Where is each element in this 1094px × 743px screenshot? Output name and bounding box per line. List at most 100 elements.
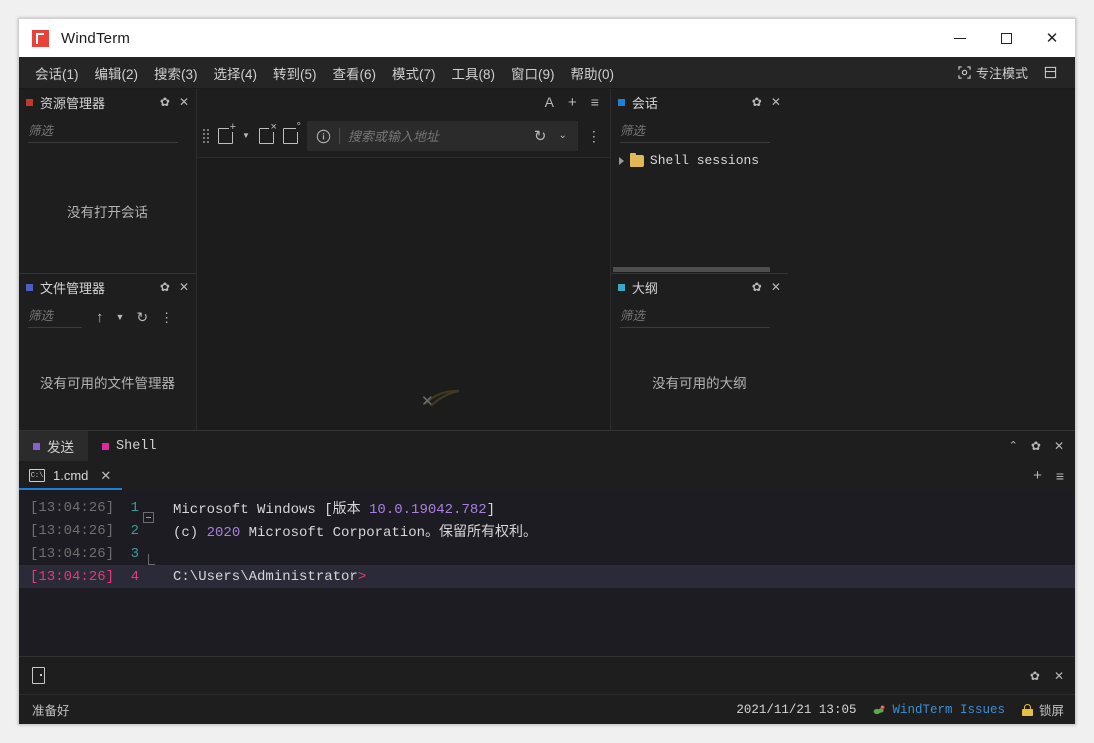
terminal-tab-1cmd[interactable]: C:\ 1.cmd ✕ [19, 461, 122, 490]
sessions-panel: 会话 ✿ ✕ Shell sessions [611, 89, 788, 273]
outline-filter-input[interactable] [620, 307, 770, 328]
terminal-tab-label: 1.cmd [53, 468, 88, 483]
close-icon[interactable]: ✕ [179, 96, 189, 108]
session-folder-label: Shell sessions [650, 153, 759, 168]
gear-icon[interactable]: ✿ [752, 96, 762, 108]
gear-icon[interactable]: ✿ [1030, 670, 1040, 682]
close-icon[interactable]: ✕ [1054, 670, 1064, 682]
lower-strip: ✿ ✕ [19, 656, 1075, 694]
menu-icon[interactable]: ≡ [591, 95, 599, 109]
gear-icon[interactable]: ✿ [752, 281, 762, 293]
line-timestamp: [13:04:26] [19, 546, 113, 562]
terminal-door-icon[interactable] [32, 667, 45, 684]
lock-screen-button[interactable]: 锁屏 [1022, 700, 1064, 719]
more-vertical-icon[interactable]: ⋮ [160, 311, 173, 324]
chevron-right-icon[interactable] [619, 157, 624, 165]
chevron-down-icon[interactable]: ⌄ [555, 131, 571, 141]
issues-link[interactable]: WindTerm Issues [873, 703, 1005, 717]
center-top-actions: A + ≡ [197, 89, 610, 115]
close-icon[interactable]: ✕ [771, 96, 781, 108]
menu-window[interactable]: 窗口(9) [503, 59, 563, 87]
line-number: 3 [113, 546, 139, 562]
sessions-tree: Shell sessions [611, 149, 788, 266]
outline-empty-text: 没有可用的大纲 [652, 372, 747, 392]
new-session-icon[interactable]: + [218, 128, 233, 144]
tab-send[interactable]: 发送 [19, 431, 88, 461]
status-datetime: 2021/11/21 13:05 [736, 703, 856, 717]
app-title: WindTerm [61, 30, 130, 47]
explorer-filter-bar [19, 115, 196, 149]
up-arrow-icon[interactable]: ↑ [96, 310, 104, 325]
close-icon[interactable]: ✕ [1054, 440, 1064, 452]
explorer-header: 资源管理器 ✿ ✕ [19, 89, 196, 115]
menu-view[interactable]: 查看(6) [325, 59, 385, 87]
menu-help[interactable]: 帮助(0) [563, 59, 623, 87]
more-vertical-icon[interactable]: ⋮ [587, 129, 601, 143]
terminal-output[interactable]: [13:04:26] 1 Microsoft Windows [版本 10.0.… [19, 490, 1075, 656]
gear-icon[interactable]: ✿ [160, 281, 170, 293]
sessions-marker [618, 99, 625, 106]
sessions-hscrollbar[interactable] [611, 266, 788, 273]
line-text: (c) 2020 Microsoft Corporation。保留所有权利。 [161, 521, 537, 541]
menu-tools[interactable]: 工具(8) [444, 59, 504, 87]
sessions-title: 会话 [632, 93, 658, 112]
address-input[interactable] [348, 129, 526, 144]
chevron-down-icon[interactable]: ▼ [242, 132, 250, 140]
window-controls: ✕ [937, 19, 1075, 57]
sessions-header: 会话 ✿ ✕ [611, 89, 788, 115]
info-icon[interactable] [316, 129, 331, 144]
close-icon[interactable]: ✕ [179, 281, 189, 293]
menu-goto[interactable]: 转到(5) [265, 59, 325, 87]
menu-icon[interactable]: ≡ [1056, 469, 1064, 483]
outline-panel: 大纲 ✿ ✕ 没有可用的大纲 [611, 274, 788, 430]
file-manager-filter-input[interactable] [28, 307, 82, 328]
issues-label: WindTerm Issues [892, 703, 1005, 717]
close-session-icon[interactable]: × [259, 128, 274, 144]
outline-empty-state: 没有可用的大纲 [611, 334, 788, 430]
terminal-line-current: [13:04:26] 4 C:\Users\Administrator> [19, 565, 1075, 588]
menu-bar: 会话(1) 编辑(2) 搜索(3) 选择(4) 转到(5) 查看(6) 模式(7… [19, 57, 1075, 89]
sessions-filter-input[interactable] [620, 122, 770, 143]
gear-icon[interactable]: ✿ [160, 96, 170, 108]
lock-icon [1022, 704, 1033, 716]
file-manager-empty-text: 没有可用的文件管理器 [40, 372, 175, 392]
menu-select[interactable]: 选择(4) [206, 59, 266, 87]
status-bar: 准备好 2021/11/21 13:05 WindTerm Issues [19, 694, 1075, 724]
clone-session-icon[interactable]: ° [283, 128, 298, 144]
refresh-icon[interactable]: ↻ [136, 310, 148, 324]
line-text: Microsoft Windows [版本 10.0.19042.782] [161, 498, 495, 518]
refresh-icon[interactable]: ↻ [534, 129, 547, 144]
send-marker [33, 443, 40, 450]
status-text: 准备好 [32, 700, 70, 719]
grip-handle-icon[interactable] [203, 129, 209, 143]
explorer-filter-input[interactable] [28, 122, 178, 143]
file-manager-header: 文件管理器 ✿ ✕ [19, 274, 196, 300]
line-timestamp: [13:04:26] [19, 500, 113, 516]
minimize-button[interactable] [937, 19, 983, 57]
layout-toggle-icon[interactable] [1040, 64, 1061, 81]
bug-icon [873, 704, 886, 716]
close-icon[interactable]: ✕ [100, 468, 111, 484]
focus-mode-button[interactable]: 专注模式 [953, 60, 1033, 85]
menu-mode[interactable]: 模式(7) [384, 59, 444, 87]
list-item[interactable]: Shell sessions [611, 149, 759, 172]
menu-edit[interactable]: 编辑(2) [87, 59, 147, 87]
folder-icon [630, 155, 644, 167]
chevron-up-icon[interactable]: ⌃ [1009, 441, 1018, 452]
gear-icon[interactable]: ✿ [1031, 440, 1041, 452]
close-icon[interactable]: ✕ [771, 281, 781, 293]
prompt-text: C:\Users\Administrator> [161, 569, 366, 585]
menu-session[interactable]: 会话(1) [27, 59, 87, 87]
windterm-window: WindTerm ✕ 会话(1) 编辑(2) 搜索(3) 选择(4) 转到(5)… [18, 18, 1076, 725]
address-bar: ↻ ⌄ [307, 121, 578, 151]
plus-icon[interactable]: + [568, 95, 577, 110]
maximize-button[interactable] [983, 19, 1029, 57]
menu-search[interactable]: 搜索(3) [146, 59, 206, 87]
chevron-down-icon[interactable]: ▼ [116, 313, 125, 322]
shell-marker [102, 443, 109, 450]
explorer-panel: 资源管理器 ✿ ✕ 没有打开会话 [19, 89, 196, 273]
font-size-icon[interactable]: A [545, 95, 554, 109]
tab-shell[interactable]: Shell [88, 431, 171, 461]
close-button[interactable]: ✕ [1029, 19, 1075, 57]
plus-icon[interactable]: + [1033, 468, 1042, 483]
